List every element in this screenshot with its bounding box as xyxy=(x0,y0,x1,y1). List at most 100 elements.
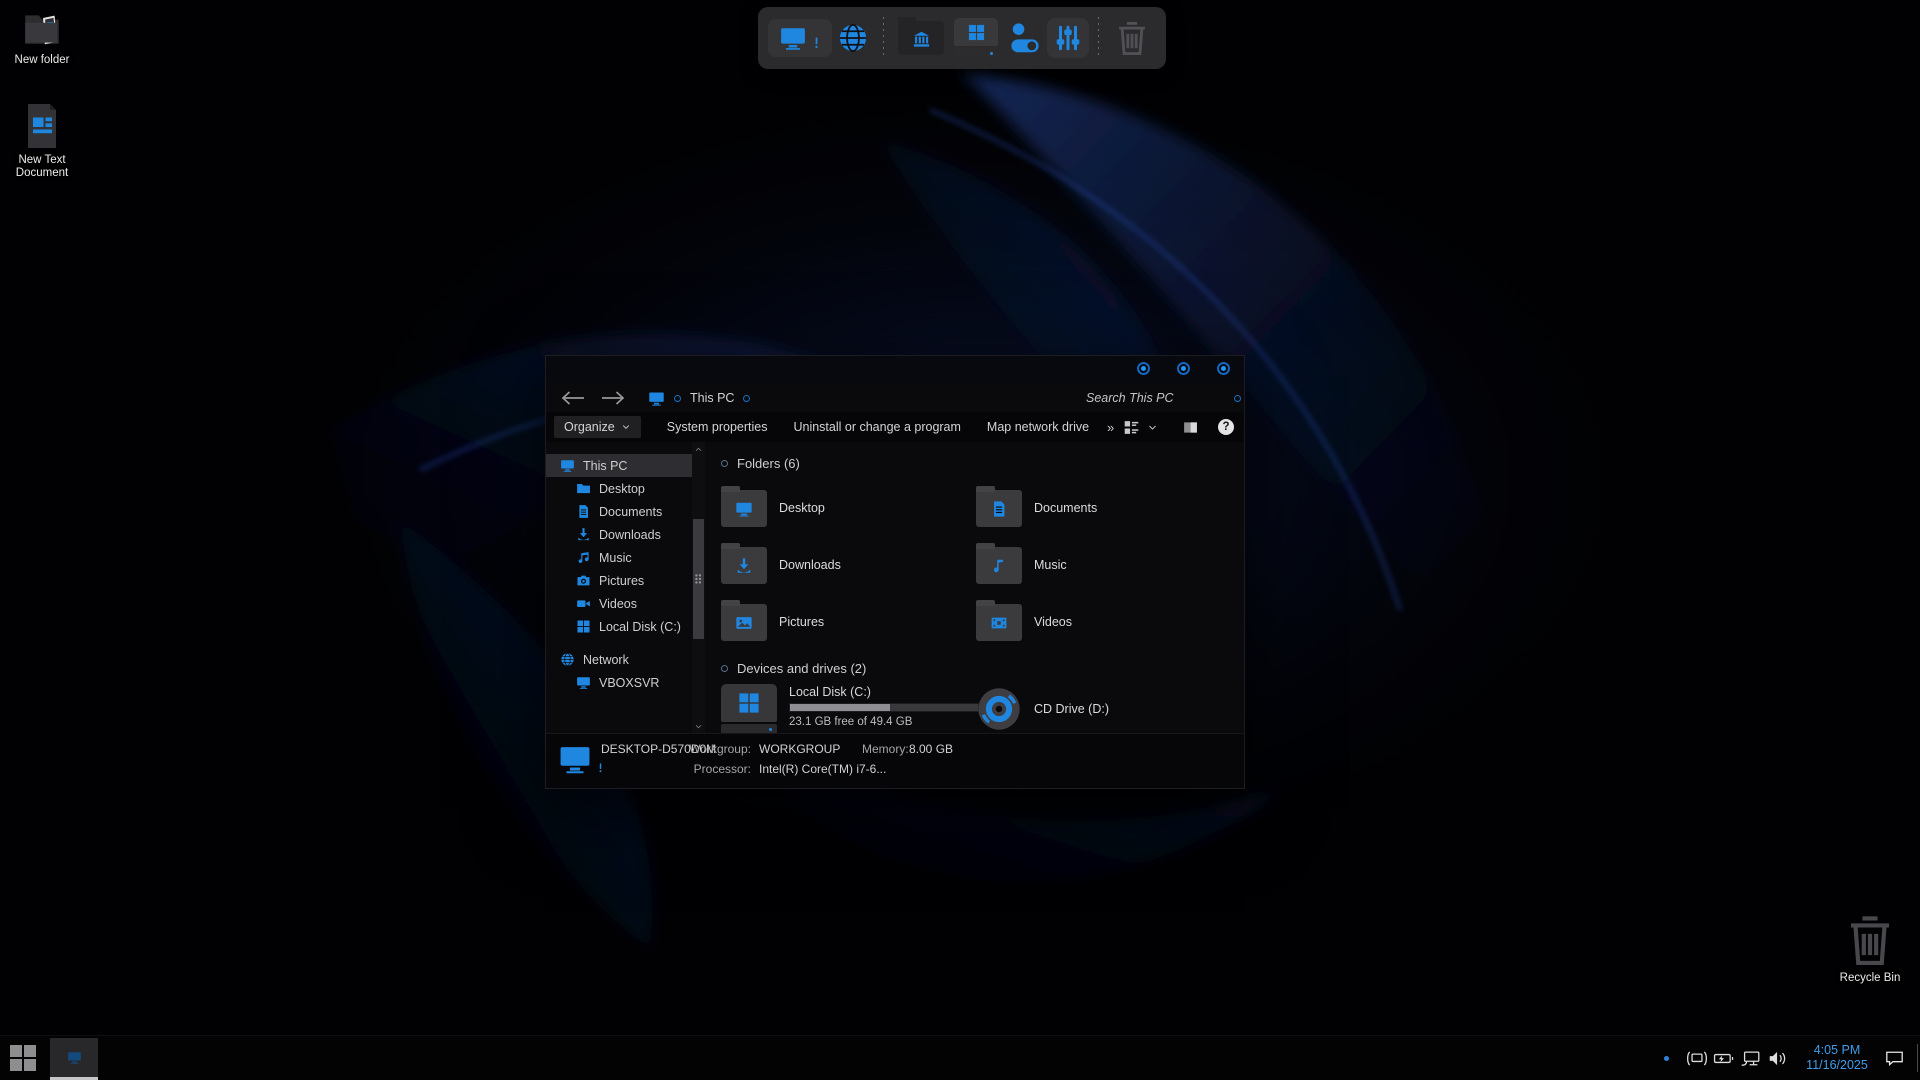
minimize-button[interactable] xyxy=(1137,362,1150,375)
desktop-icon-new-folder[interactable]: New folder xyxy=(0,8,84,67)
back-button[interactable] xyxy=(560,390,586,406)
breadcrumb[interactable]: This PC xyxy=(690,391,734,405)
breadcrumb-separator-icon xyxy=(674,395,681,402)
taskbar-clock[interactable]: 4:05 PM 11/16/2025 xyxy=(1801,1043,1873,1073)
sidebar-item-desktop[interactable]: Desktop xyxy=(546,477,692,500)
sidebar-item-documents[interactable]: Documents xyxy=(546,500,692,523)
scroll-up-icon[interactable] xyxy=(694,445,703,454)
group-title: Devices and drives (2) xyxy=(737,661,866,676)
more-commands-button[interactable]: » xyxy=(1107,420,1114,435)
desktop-icon-recycle-bin[interactable]: Recycle Bin xyxy=(1828,912,1912,985)
change-view-icon[interactable] xyxy=(1123,419,1140,436)
start-button[interactable] xyxy=(10,1045,36,1071)
equalizer-sliders-icon xyxy=(1053,23,1083,53)
dock-item-toggle-switches[interactable] xyxy=(1008,21,1042,55)
sidebar-scrollbar[interactable] xyxy=(692,442,705,734)
help-button[interactable]: ? xyxy=(1218,419,1234,435)
folder-icon xyxy=(721,604,767,641)
sidebar-item-label: VBOXSVR xyxy=(599,676,659,690)
cd-disc-icon xyxy=(976,686,1022,732)
cast-screen-icon[interactable] xyxy=(1686,1049,1708,1068)
action-center-icon[interactable] xyxy=(1884,1049,1905,1067)
organize-label: Organize xyxy=(564,420,615,434)
workgroup-value: WORKGROUP xyxy=(759,742,840,756)
folder-tile-music[interactable]: Music xyxy=(976,542,1231,588)
dock-item-trash[interactable] xyxy=(1113,19,1151,57)
chevron-down-icon xyxy=(621,422,631,432)
show-desktop-button[interactable] xyxy=(1917,1044,1918,1072)
scrollbar-track[interactable] xyxy=(692,457,705,719)
processor-value: Intel(R) Core(TM) i7-6... xyxy=(759,762,886,776)
dock-item-internet-globe[interactable] xyxy=(837,22,869,54)
this-pc-icon xyxy=(648,390,665,407)
group-header-folders[interactable]: Folders (6) xyxy=(721,456,1244,471)
command-bar: Organize System properties Uninstall or … xyxy=(546,412,1244,442)
sidebar-item-network[interactable]: Network xyxy=(546,648,692,671)
dock-separator xyxy=(1098,17,1099,59)
sidebar-item-vboxsvr[interactable]: VBOXSVR xyxy=(546,671,692,694)
sidebar-item-label: Music xyxy=(599,551,632,565)
tile-label: Music xyxy=(1034,558,1067,572)
sidebar-item-this-pc[interactable]: This PC xyxy=(546,454,692,477)
text-document-icon xyxy=(22,102,62,150)
drive-tile-cd[interactable]: CD Drive (D:) xyxy=(976,684,1231,734)
drive-name: Local Disk (C:) xyxy=(789,685,979,699)
network-globe-icon xyxy=(560,652,575,667)
computer-icon xyxy=(560,458,575,473)
desktop-icon-new-text-document[interactable]: New Text Document xyxy=(0,102,84,180)
dock-item-system-drive[interactable] xyxy=(954,18,998,58)
dock-item-bank-folder[interactable] xyxy=(898,21,944,55)
maximize-button[interactable] xyxy=(1177,362,1190,375)
music-icon xyxy=(576,550,591,565)
dock-item-equalizer[interactable] xyxy=(1047,18,1089,58)
windows-logo-icon xyxy=(10,1045,22,1057)
drive-tile-local-disk[interactable]: Local Disk (C:) 23.1 GB free of 49.4 GB xyxy=(721,684,976,734)
uninstall-program-button[interactable]: Uninstall or change a program xyxy=(793,420,960,434)
sidebar-item-downloads[interactable]: Downloads xyxy=(546,523,692,546)
preview-pane-icon[interactable] xyxy=(1182,420,1199,435)
breadcrumb-separator-icon xyxy=(743,395,750,402)
folder-tile-pictures[interactable]: Pictures xyxy=(721,599,976,645)
taskbar-app-file-explorer[interactable] xyxy=(50,1038,98,1077)
folder-tile-videos[interactable]: Videos xyxy=(976,599,1231,645)
group-header-devices[interactable]: Devices and drives (2) xyxy=(721,661,1244,676)
network-wired-icon[interactable] xyxy=(1740,1049,1762,1068)
folder-tile-documents[interactable]: Documents xyxy=(976,485,1231,531)
tile-label: Videos xyxy=(1034,615,1072,629)
navigation-bar: This PC Search This PC xyxy=(546,384,1244,412)
collapse-group-icon[interactable] xyxy=(721,460,728,467)
organize-button[interactable]: Organize xyxy=(554,416,641,438)
hard-drive-icon xyxy=(721,684,777,734)
search-icon[interactable] xyxy=(1234,395,1241,402)
system-properties-button[interactable]: System properties xyxy=(667,420,768,434)
memory-value: 8.00 GB xyxy=(909,742,953,756)
volume-icon[interactable] xyxy=(1767,1049,1789,1068)
folder-tile-downloads[interactable]: Downloads xyxy=(721,542,976,588)
sidebar-item-label: Network xyxy=(583,653,629,667)
map-network-drive-button[interactable]: Map network drive xyxy=(987,420,1089,434)
collapse-group-icon[interactable] xyxy=(721,665,728,672)
computer-icon xyxy=(576,675,591,690)
sidebar-item-label: Local Disk (C:) xyxy=(599,620,681,634)
battery-charging-icon[interactable] xyxy=(1713,1049,1735,1068)
forward-button[interactable] xyxy=(600,390,626,406)
folder-tile-desktop[interactable]: Desktop xyxy=(721,485,976,531)
hidden-icons-button[interactable] xyxy=(1664,1056,1669,1061)
capacity-bar-fill xyxy=(790,704,890,711)
toggle-switches-icon xyxy=(1008,21,1042,55)
sidebar-item-label: Videos xyxy=(599,597,637,611)
search-input[interactable]: Search This PC xyxy=(1086,384,1236,412)
scroll-down-icon[interactable] xyxy=(694,722,703,731)
sidebar-item-music[interactable]: Music xyxy=(546,546,692,569)
dock-item-display-alert[interactable] xyxy=(768,19,832,57)
sidebar-item-videos[interactable]: Videos xyxy=(546,592,692,615)
sidebar-item-pictures[interactable]: Pictures xyxy=(546,569,692,592)
folder-icon xyxy=(976,547,1022,584)
scrollbar-thumb[interactable] xyxy=(693,519,704,639)
sidebar-item-local-disk[interactable]: Local Disk (C:) xyxy=(546,615,692,638)
workgroup-label: Workgroup: xyxy=(689,742,751,756)
close-button[interactable] xyxy=(1217,362,1230,375)
view-chevron-icon[interactable] xyxy=(1147,422,1158,433)
drive-name: CD Drive (D:) xyxy=(1034,702,1109,716)
window-titlebar xyxy=(546,356,1244,384)
